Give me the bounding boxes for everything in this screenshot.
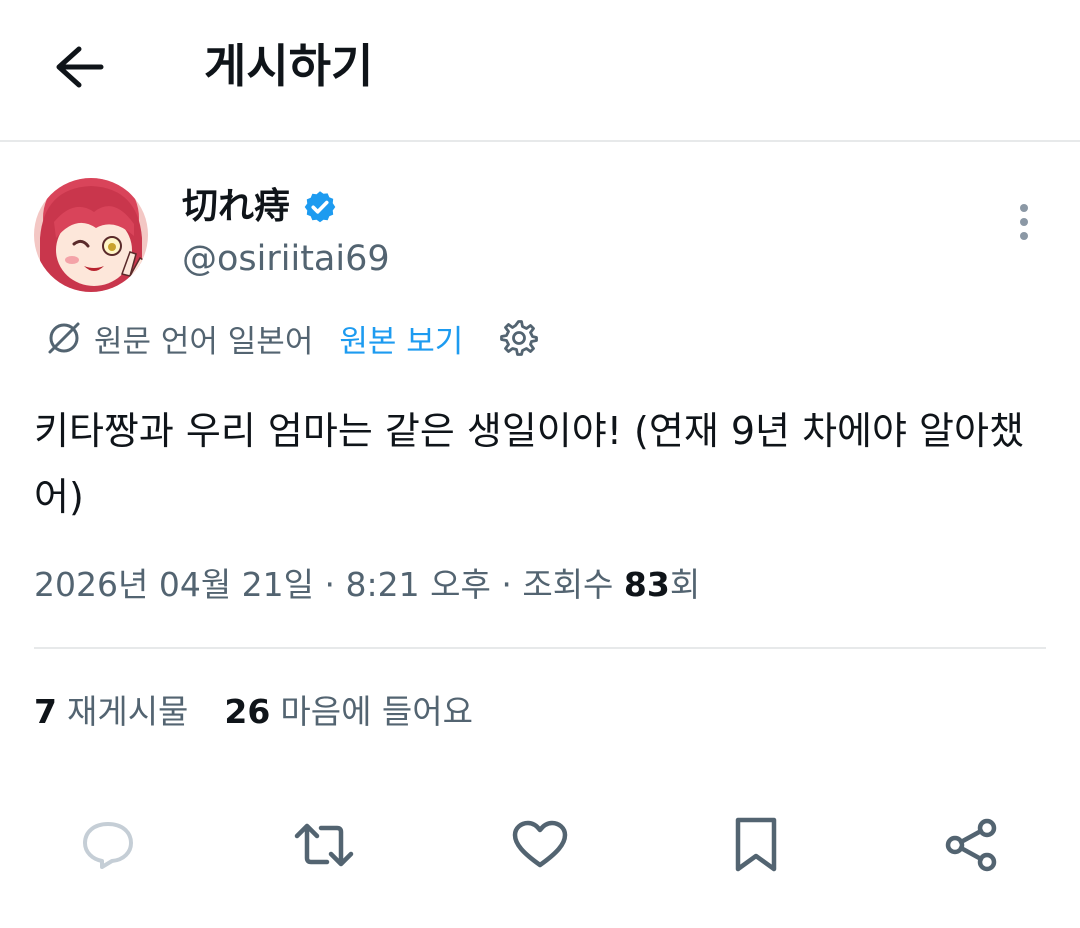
reposts-label: 재게시물 [66,692,189,731]
views-suffix: 회 [669,565,701,604]
views-prefix: 조회수 [522,565,614,604]
engagement-stats: 7 재게시물 26 마음에 들어요 [34,688,473,736]
share-icon [945,818,997,872]
reply-icon [83,822,133,869]
bookmark-icon [735,817,777,872]
reposts-stat[interactable]: 7 재게시물 [34,688,188,736]
translation-bar: 원문 언어 일본어 원본 보기 [44,312,539,364]
like-button[interactable] [507,812,573,878]
display-name[interactable]: 切れ痔 [182,184,290,230]
views-count[interactable]: 83 [624,565,670,604]
divider [34,647,1046,649]
more-vertical-icon [1020,204,1028,212]
reposts-count: 7 [34,692,57,731]
display-name-row[interactable]: 切れ痔 [182,184,338,230]
user-handle[interactable]: @osiriitai69 [182,236,390,282]
translate-slash-icon [48,322,80,354]
anime-avatar-image [34,178,148,292]
reply-button[interactable] [75,812,141,878]
top-bar: 게시하기 [0,0,1080,142]
share-button[interactable] [938,812,1004,878]
tweet-text: 키타짱과 우리 엄마는 같은 생일이야! (연재 9년 차에야 알아챘어) [34,409,1024,519]
bookmark-button[interactable] [723,812,789,878]
avatar[interactable] [34,178,148,292]
show-original-link[interactable]: 원본 보기 [339,316,463,361]
repost-button[interactable] [291,812,357,878]
more-options-button[interactable] [1004,198,1044,246]
tweet-meta: 2026년 04월 21일 · 8:21 오후 · 조회수 83회 [34,565,701,604]
action-bar [0,800,1080,890]
heart-icon [512,820,568,868]
page-title: 게시하기 [204,39,374,93]
verified-badge-icon [304,191,336,223]
original-language-label: 원문 언어 일본어 [94,323,314,360]
likes-stat[interactable]: 26 마음에 들어요 [224,688,473,736]
arrow-left-icon [56,46,104,88]
gear-icon[interactable] [499,318,539,358]
repost-icon [294,823,354,867]
tweet-time: 8:21 오후 [345,565,491,604]
likes-label: 마음에 들어요 [280,692,474,731]
likes-count: 26 [224,692,271,731]
tweet-date: 2026년 04월 21일 [34,565,315,604]
back-button[interactable] [48,38,110,96]
